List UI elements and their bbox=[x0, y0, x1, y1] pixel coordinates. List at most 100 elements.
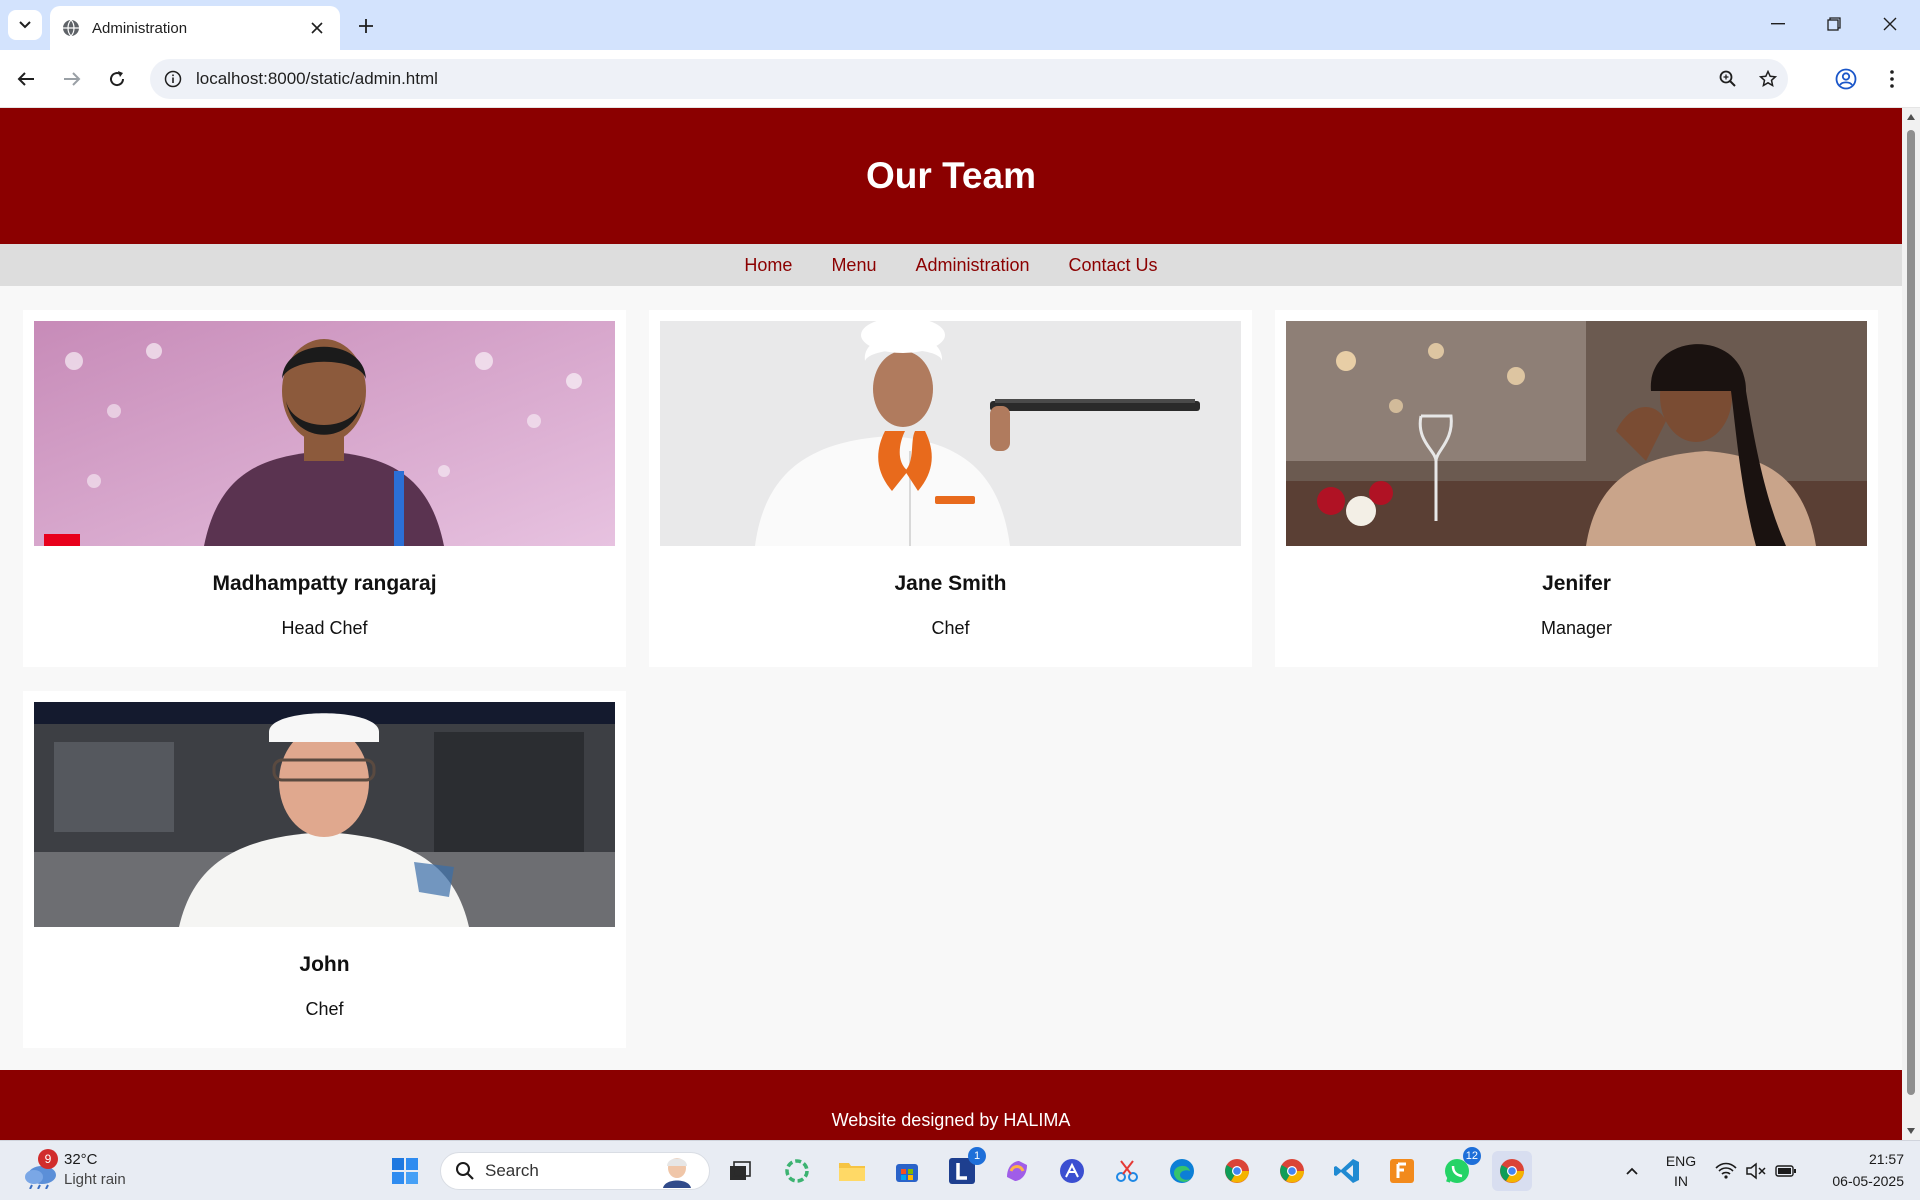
team-member-role: Manager bbox=[1540, 618, 1613, 638]
tab-title: Administration bbox=[92, 19, 188, 37]
restore-button[interactable] bbox=[1806, 6, 1862, 42]
browser-tabstrip: Administration bbox=[0, 0, 1920, 50]
l-app[interactable]: 1 bbox=[942, 1147, 986, 1191]
team-photo bbox=[34, 321, 615, 546]
page-title: Our Team bbox=[866, 155, 1036, 196]
notification-badge: 12 bbox=[1462, 1147, 1481, 1165]
show-hidden-icons-button[interactable] bbox=[1612, 1151, 1652, 1191]
info-icon[interactable] bbox=[164, 70, 182, 88]
chrome-app[interactable] bbox=[1272, 1151, 1312, 1191]
start-button[interactable] bbox=[385, 1151, 425, 1191]
triangle-app-icon bbox=[1060, 1159, 1084, 1183]
plus-icon bbox=[359, 19, 373, 33]
scroll-thumb[interactable] bbox=[1907, 130, 1915, 1095]
vscode-icon bbox=[1334, 1159, 1359, 1183]
chrome-icon bbox=[1225, 1159, 1249, 1183]
search-icon bbox=[456, 1162, 474, 1180]
reload-button[interactable] bbox=[99, 61, 135, 97]
zoom-icon[interactable] bbox=[1708, 59, 1748, 99]
team-member-role: Chef bbox=[931, 618, 970, 638]
team-card: Madhampatty rangaraj Head Chef bbox=[23, 310, 626, 667]
wifi-icon bbox=[1715, 1162, 1737, 1179]
site-nav: Home Menu Administration Contact Us bbox=[0, 244, 1902, 286]
edge-icon bbox=[1170, 1159, 1194, 1183]
f-app-icon bbox=[1390, 1159, 1414, 1183]
file-explorer-app[interactable] bbox=[832, 1151, 872, 1191]
whatsapp-app[interactable]: 12 bbox=[1437, 1147, 1481, 1191]
team-member-role: Chef bbox=[305, 999, 344, 1019]
team-photo bbox=[660, 321, 1241, 546]
notification-badge: 1 bbox=[968, 1147, 986, 1165]
nav-link-menu[interactable]: Menu bbox=[831, 255, 876, 276]
page-viewport: Our Team Home Menu Administration Contac… bbox=[0, 108, 1902, 1140]
scroll-up-icon[interactable] bbox=[1906, 112, 1916, 122]
weather-condition: Light rain bbox=[64, 1171, 126, 1188]
taskbar-search[interactable]: Search bbox=[440, 1152, 710, 1190]
profile-icon bbox=[1835, 68, 1857, 90]
weather-widget[interactable]: 9 32°C Light rain bbox=[18, 1149, 138, 1193]
chrome-app[interactable] bbox=[1217, 1151, 1257, 1191]
taskbar: 9 32°C Light rain Search 1 12 ENG IN 21:… bbox=[0, 1140, 1920, 1200]
chrome-icon bbox=[1500, 1159, 1524, 1183]
nav-link-administration[interactable]: Administration bbox=[915, 255, 1029, 276]
close-icon bbox=[1883, 17, 1897, 31]
weather-temperature: 32°C bbox=[64, 1151, 98, 1168]
chrome-icon bbox=[1280, 1159, 1304, 1183]
chevron-down-icon bbox=[19, 21, 31, 29]
folder-icon bbox=[839, 1163, 865, 1181]
ring-app-icon bbox=[785, 1159, 809, 1183]
browser-tab-active[interactable]: Administration bbox=[50, 6, 340, 50]
forward-button[interactable] bbox=[54, 61, 90, 97]
team-card: John Chef bbox=[23, 691, 626, 1048]
clock-date[interactable]: 06-05-2025 bbox=[1810, 1173, 1904, 1189]
site-footer: Website designed by HALIMA bbox=[0, 1070, 1902, 1140]
windows-logo-icon bbox=[392, 1158, 418, 1184]
nav-link-home[interactable]: Home bbox=[744, 255, 792, 276]
close-window-button[interactable] bbox=[1862, 6, 1918, 42]
chevron-up-icon bbox=[1626, 1167, 1638, 1175]
team-member-name: Madhampatty rangaraj bbox=[212, 572, 437, 595]
clock-time[interactable]: 21:57 bbox=[1810, 1151, 1904, 1167]
copilot-app[interactable] bbox=[997, 1151, 1037, 1191]
scroll-down-icon[interactable] bbox=[1906, 1126, 1916, 1136]
nav-link-contact-us[interactable]: Contact Us bbox=[1069, 255, 1158, 276]
team-member-name: Jane Smith bbox=[894, 572, 1007, 595]
scissors-icon bbox=[1116, 1160, 1138, 1182]
snipping-tool-app[interactable] bbox=[1107, 1151, 1147, 1191]
url-text[interactable]: localhost:8000/static/admin.html bbox=[196, 69, 1708, 89]
copilot-ring-app[interactable] bbox=[777, 1151, 817, 1191]
task-view-icon bbox=[730, 1161, 751, 1180]
restore-icon bbox=[1827, 17, 1841, 31]
back-button[interactable] bbox=[8, 61, 44, 97]
language-indicator[interactable]: ENG bbox=[1660, 1153, 1702, 1169]
tab-search-button[interactable] bbox=[8, 10, 42, 40]
address-bar[interactable]: localhost:8000/static/admin.html bbox=[150, 59, 1788, 99]
weather-alert-badge: 9 bbox=[38, 1149, 58, 1169]
tab-close-icon[interactable] bbox=[306, 17, 328, 39]
arrow-right-icon bbox=[64, 72, 81, 86]
team-card: Jane Smith Chef bbox=[649, 310, 1252, 667]
minimize-button[interactable] bbox=[1750, 6, 1806, 42]
system-tray-quick-settings[interactable] bbox=[1708, 1151, 1804, 1191]
profile-button[interactable] bbox=[1828, 61, 1864, 97]
new-tab-button[interactable] bbox=[352, 12, 380, 40]
arrow-left-icon bbox=[17, 72, 34, 86]
microsoft-store-app[interactable] bbox=[887, 1151, 927, 1191]
site-header: Our Team bbox=[0, 108, 1902, 244]
battery-icon bbox=[1775, 1165, 1796, 1177]
vscode-app[interactable] bbox=[1327, 1151, 1367, 1191]
minimize-icon bbox=[1771, 23, 1785, 25]
taskbar-search-label: Search bbox=[485, 1161, 539, 1180]
chrome-app-active[interactable] bbox=[1492, 1151, 1532, 1191]
page-scrollbar[interactable] bbox=[1902, 108, 1920, 1140]
edge-browser-app[interactable] bbox=[1162, 1151, 1202, 1191]
region-indicator[interactable]: IN bbox=[1660, 1173, 1702, 1189]
task-view-button[interactable] bbox=[720, 1151, 760, 1191]
fl-app[interactable] bbox=[1382, 1151, 1422, 1191]
bookmark-star-icon[interactable] bbox=[1748, 59, 1788, 99]
reload-icon bbox=[110, 71, 125, 87]
speaker-muted-icon bbox=[1746, 1162, 1766, 1180]
more-vertical-icon bbox=[1890, 70, 1894, 88]
triangle-app[interactable] bbox=[1052, 1151, 1092, 1191]
browser-menu-button[interactable] bbox=[1874, 61, 1910, 97]
